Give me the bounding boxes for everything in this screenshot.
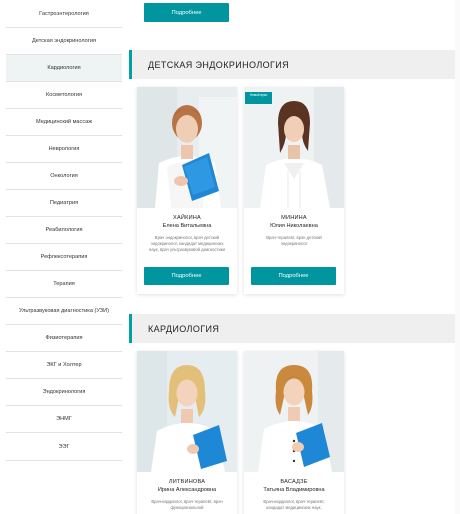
sidebar-item-rheumatology[interactable]: Реабилология (6, 217, 122, 244)
section-title: ДЕТСКАЯ ЭНДОКРИНОЛОГИЯ (148, 59, 290, 70)
details-button[interactable]: Подробнее (144, 3, 229, 22)
doctor-surname: ХАЙКИНА (173, 215, 201, 221)
section-title: КАРДИОЛОГИЯ (148, 323, 220, 334)
doctor-card[interactable]: ЛИТВИНОВА Ирина Александровна Врач-карди… (137, 351, 237, 514)
doctor-photo (137, 351, 237, 472)
doctor-name: Елена Витальевна (162, 223, 212, 229)
doctor-photo: Новый врач (244, 87, 344, 208)
doctors-list: Подробнее ДЕТСКАЯ ЭНДОКРИНОЛОГИЯ ХАЙКИНА… (129, 0, 455, 514)
sidebar-item-enmg[interactable]: ЭНМГ (6, 406, 122, 433)
details-button[interactable]: Подробнее (251, 267, 336, 285)
sidebar-item-massage[interactable]: Медицинский массаж (6, 109, 122, 136)
details-button[interactable]: Подробнее (144, 267, 229, 285)
doctor-photo (244, 351, 344, 472)
doctor-card[interactable]: Новый врач МИНИНА Юлия Николаевна Врач-т… (244, 87, 344, 294)
doctor-surname: ВАСАДЗЕ (280, 479, 308, 485)
sidebar-item-oncology[interactable]: Онкология (6, 163, 122, 190)
sidebar-item-therapy[interactable]: Терапия (6, 271, 122, 298)
doctor-photo (137, 87, 237, 208)
specialty-sidebar: Гастроэнтерология Детская эндокринология… (6, 0, 122, 514)
sidebar-item-cosmetology[interactable]: Косметология (6, 82, 122, 109)
doctor-card[interactable]: ХАЙКИНА Елена Витальевна Врач эндокринол… (137, 87, 237, 294)
doctor-surname: МИНИНА (281, 215, 307, 221)
sidebar-item-physiotherapy[interactable]: Физиотерапия (6, 325, 122, 352)
section-header: ДЕТСКАЯ ЭНДОКРИНОЛОГИЯ (129, 50, 455, 79)
doctor-name: Ирина Александровна (157, 487, 217, 493)
doctor-name: Татьяна Владимировна (263, 487, 325, 493)
sidebar-item-endocrinology[interactable]: Эндокринология (6, 379, 122, 406)
sidebar-item-cardiology[interactable]: Кардиология (6, 55, 122, 82)
doctor-specialty: Врач эндокринолог, врач детский эндокрин… (149, 235, 225, 253)
section-header: КАРДИОЛОГИЯ (129, 314, 455, 343)
sidebar-item-ultrasound[interactable]: Ультразвуковая диагностика (УЗИ) (6, 298, 122, 325)
doctor-card[interactable]: ВАСАДЗЕ Татьяна Владимировна Врач-кардио… (244, 351, 344, 514)
sidebar-item-neurology[interactable]: Неврология (6, 136, 122, 163)
doctor-name: Юлия Николаевна (270, 223, 318, 229)
sidebar-item-ecg-holter[interactable]: ЭКГ и Холтер (6, 352, 122, 379)
scrollbar-track[interactable] (455, 0, 460, 514)
doctor-specialty: Врач-терапевт, врач детский эндокринолог (266, 235, 322, 247)
doctor-surname: ЛИТВИНОВА (168, 479, 206, 485)
sidebar-item-reflexotherapy[interactable]: Рефлексотерапия (6, 244, 122, 271)
doctor-specialty: Врач-кардиолог, врач-терапевт, врач функ… (151, 499, 223, 511)
new-doctor-badge: Новый врач (245, 92, 272, 104)
sidebar-item-gastroenterology[interactable]: Гастроэнтерология (6, 0, 122, 28)
sidebar-item-pediatrics[interactable]: Педиатрия (6, 190, 122, 217)
doctor-specialty: Врач-кардиолог, врач-терапевт, кандидат … (263, 499, 325, 511)
sidebar-item-pediatric-endocrinology[interactable]: Детская эндокринология (6, 28, 122, 55)
sidebar-item-eeg[interactable]: ЭЭГ (6, 433, 122, 461)
